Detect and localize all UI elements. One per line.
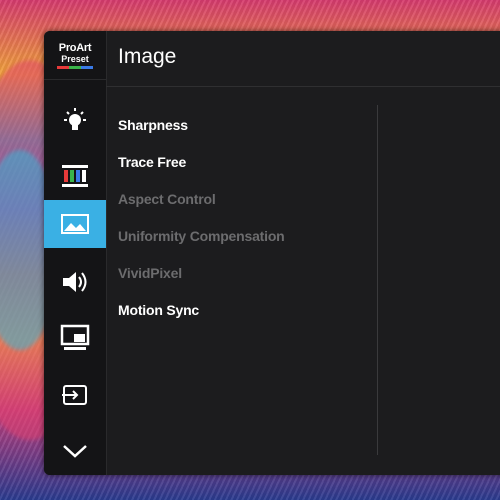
sidebar-item-sound[interactable] (44, 258, 106, 306)
sidebar-item-color[interactable] (44, 152, 106, 200)
sidebar-item-input[interactable] (44, 371, 106, 419)
preset-color-bar (57, 65, 93, 69)
image-icon (60, 213, 90, 235)
sidebar-item-image[interactable] (44, 200, 106, 248)
osd-panel: ProArt Preset Image Sharpness Trace Free… (44, 31, 500, 475)
page-title: Image (118, 45, 177, 68)
pip-icon (60, 324, 90, 352)
column-divider (377, 105, 378, 455)
proart-preset-button[interactable]: ProArt Preset (44, 31, 106, 80)
speaker-icon (60, 269, 90, 295)
menu-item-motion-sync[interactable]: Motion Sync (118, 300, 378, 337)
preset-label-line2: Preset (61, 53, 89, 64)
menu-item-vividpixel: VividPixel (118, 265, 182, 281)
sidebar: ProArt Preset (44, 31, 107, 475)
menu-item-sharpness[interactable]: Sharpness (118, 115, 378, 152)
menu-item-trace-free[interactable]: Trace Free (118, 152, 378, 189)
header: Image A (106, 31, 500, 87)
color-bars-icon (61, 163, 89, 189)
image-menu-list: Sharpness Trace Free Aspect Control Unif… (118, 115, 378, 337)
sidebar-item-pip[interactable] (44, 314, 106, 362)
chevron-down-icon (61, 442, 89, 460)
lightbulb-icon (60, 106, 90, 136)
sidebar-item-brightness[interactable] (44, 97, 106, 145)
preset-label-line1: ProArt (58, 41, 92, 54)
menu-item-aspect-control: Aspect Control (118, 191, 216, 207)
input-icon (60, 382, 90, 408)
sidebar-item-more[interactable] (44, 427, 106, 475)
menu-item-uniformity-compensation: Uniformity Compensation (118, 228, 285, 244)
